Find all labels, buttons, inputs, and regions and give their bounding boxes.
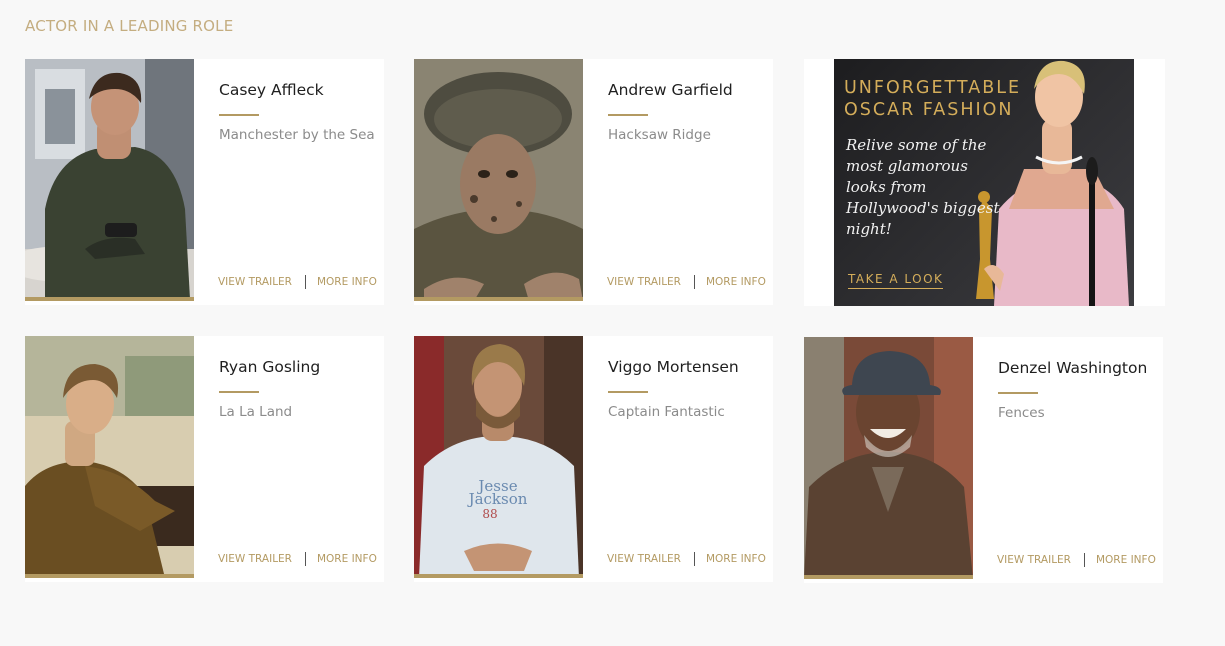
nominee-film: Captain Fantastic (608, 404, 725, 420)
ad-headline-line2: OSCAR FASHION (844, 100, 1014, 120)
view-trailer-link[interactable]: VIEW TRAILER (218, 553, 292, 565)
more-info-link[interactable]: MORE INFO (317, 276, 377, 288)
view-trailer-link[interactable]: VIEW TRAILER (218, 276, 292, 288)
svg-text:Jackson: Jackson (467, 490, 528, 508)
nominee-film: Manchester by the Sea (219, 127, 375, 143)
photo-accent-bar (25, 297, 194, 301)
nominee-film: La La Land (219, 404, 293, 420)
nominee-name[interactable]: Ryan Gosling (219, 358, 320, 376)
nominee-film: Hacksaw Ridge (608, 127, 711, 143)
link-separator (304, 275, 306, 289)
nominee-photo[interactable] (804, 337, 973, 579)
section-title: ACTOR IN A LEADING ROLE (25, 17, 234, 35)
gold-divider (608, 391, 648, 393)
photo-accent-bar (414, 297, 583, 301)
nominee-links: VIEW TRAILER MORE INFO (607, 552, 766, 566)
ad-headline-line1: UNFORGETTABLE (844, 78, 1022, 98)
fashion-ad[interactable]: UNFORGETTABLE OSCAR FASHION Relive some … (804, 59, 1165, 306)
nominee-name[interactable]: Denzel Washington (998, 359, 1147, 377)
nominee-links: VIEW TRAILER MORE INFO (218, 275, 377, 289)
take-a-look-link[interactable]: TAKE A LOOK (848, 272, 944, 289)
link-separator (304, 552, 306, 566)
nominee-photo[interactable] (414, 59, 583, 301)
nominee-links: VIEW TRAILER MORE INFO (218, 552, 377, 566)
nominee-name[interactable]: Andrew Garfield (608, 81, 733, 99)
gold-divider (608, 114, 648, 116)
nominee-card-andrew-garfield[interactable]: Andrew Garfield Hacksaw Ridge VIEW TRAIL… (414, 59, 773, 305)
link-separator (693, 275, 695, 289)
view-trailer-link[interactable]: VIEW TRAILER (607, 553, 681, 565)
nominee-photo[interactable] (25, 59, 194, 301)
nominee-card-denzel-washington[interactable]: Denzel Washington Fences VIEW TRAILER MO… (804, 337, 1163, 583)
svg-text:88: 88 (482, 507, 497, 521)
link-separator (1083, 553, 1085, 567)
nominee-links: VIEW TRAILER MORE INFO (997, 553, 1156, 567)
nominee-links: VIEW TRAILER MORE INFO (607, 275, 766, 289)
ad-banner[interactable]: UNFORGETTABLE OSCAR FASHION Relive some … (834, 59, 1134, 306)
more-info-link[interactable]: MORE INFO (706, 276, 766, 288)
view-trailer-link[interactable]: VIEW TRAILER (997, 554, 1071, 566)
nominee-name[interactable]: Casey Affleck (219, 81, 324, 99)
nominee-photo[interactable] (25, 336, 194, 578)
nominee-film: Fences (998, 405, 1045, 421)
ad-headline: UNFORGETTABLE OSCAR FASHION (844, 77, 1021, 121)
more-info-link[interactable]: MORE INFO (1096, 554, 1156, 566)
view-trailer-link[interactable]: VIEW TRAILER (607, 276, 681, 288)
gold-divider (219, 391, 259, 393)
photo-accent-bar (804, 575, 973, 579)
nominee-card-ryan-gosling[interactable]: Ryan Gosling La La Land VIEW TRAILER MOR… (25, 336, 384, 582)
nominee-photo[interactable]: Jesse Jackson 88 (414, 336, 583, 578)
photo-accent-bar (25, 574, 194, 578)
nominee-card-casey-affleck[interactable]: Casey Affleck Manchester by the Sea VIEW… (25, 59, 384, 305)
gold-divider (998, 392, 1038, 394)
photo-accent-bar (414, 574, 583, 578)
more-info-link[interactable]: MORE INFO (706, 553, 766, 565)
nominee-name[interactable]: Viggo Mortensen (608, 358, 739, 376)
gold-divider (219, 114, 259, 116)
nominees-page: ACTOR IN A LEADING ROLE Casey Affleck Ma… (0, 0, 1225, 646)
link-separator (693, 552, 695, 566)
nominee-card-viggo-mortensen[interactable]: Jesse Jackson 88 Viggo Mortensen Captain… (414, 336, 773, 582)
more-info-link[interactable]: MORE INFO (317, 553, 377, 565)
ad-copy: Relive some of the most glamorous looks … (846, 136, 1000, 238)
